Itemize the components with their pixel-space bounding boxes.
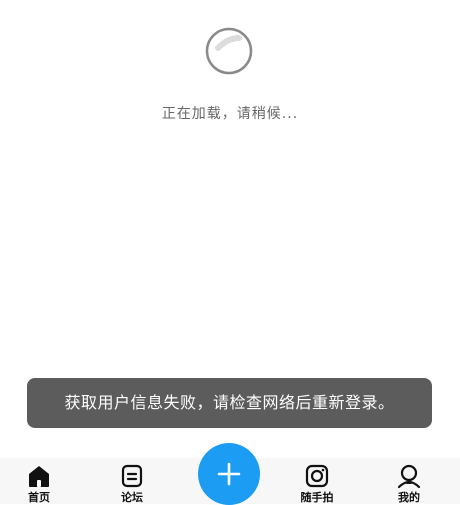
add-post-button[interactable] [198, 443, 260, 505]
loading-text: 正在加载，请稍候... [161, 106, 299, 122]
tab-mine-label: 我的 [398, 491, 420, 504]
tab-forum-label: 论坛 [121, 491, 143, 504]
tab-snapshot[interactable]: 随手拍 [292, 462, 342, 504]
tab-mine[interactable]: 我的 [384, 462, 434, 504]
tab-home[interactable]: 首页 [14, 462, 64, 504]
camera-icon [305, 464, 329, 488]
tab-forum[interactable]: 论坛 [107, 462, 157, 504]
home-icon [29, 466, 49, 487]
tab-home-label: 首页 [28, 491, 50, 504]
profile-icon [397, 464, 421, 489]
error-toast: 获取用户信息失败，请检查网络后重新登录。 [27, 378, 432, 428]
tab-snapshot-label: 随手拍 [300, 491, 334, 504]
forum-icon [121, 464, 143, 488]
plus-icon [217, 462, 241, 486]
loading-spinner-icon [205, 27, 253, 75]
